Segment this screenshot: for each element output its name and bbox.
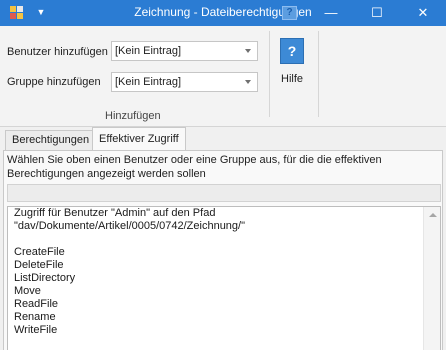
access-output-box[interactable]: Zugriff für Benutzer "Admin" auf den Pfa… bbox=[7, 206, 441, 350]
title-bar: ▼ Zeichnung - Dateiberechtigungen ? — ☐ … bbox=[0, 0, 446, 26]
tab-berechtigungen[interactable]: Berechtigungen bbox=[5, 130, 97, 150]
access-output-text: Zugriff für Benutzer "Admin" auf den Pfa… bbox=[14, 207, 246, 336]
selection-field[interactable] bbox=[7, 184, 441, 202]
help-question-icon[interactable]: ? bbox=[280, 38, 304, 64]
vertical-scrollbar[interactable] bbox=[423, 207, 440, 350]
group-combobox-value: [Kein Eintrag] bbox=[115, 76, 182, 88]
ribbon-separator bbox=[269, 31, 270, 117]
help-mini-button[interactable]: ? bbox=[282, 6, 297, 20]
scroll-up-arrow-icon[interactable] bbox=[429, 213, 437, 217]
user-label: Benutzer hinzufügen bbox=[7, 46, 108, 58]
group-label: Gruppe hinzufügen bbox=[7, 76, 101, 88]
user-combobox-value: [Kein Eintrag] bbox=[115, 45, 182, 57]
minimize-button[interactable]: — bbox=[308, 0, 354, 26]
ribbon-separator bbox=[318, 31, 319, 117]
instructions-text: Wählen Sie oben einen Benutzer oder eine… bbox=[7, 154, 382, 180]
dropdown-arrow-icon[interactable] bbox=[245, 80, 251, 84]
group-combobox[interactable]: [Kein Eintrag] bbox=[111, 72, 258, 92]
ribbon: Benutzer hinzufügen [Kein Eintrag] Grupp… bbox=[0, 26, 446, 127]
effective-access-panel: Wählen Sie oben einen Benutzer oder eine… bbox=[3, 150, 443, 350]
tab-strip: Berechtigungen Effektiver Zugriff bbox=[0, 127, 446, 151]
maximize-button[interactable]: ☐ bbox=[354, 0, 400, 26]
help-button-label[interactable]: Hilfe bbox=[281, 73, 303, 85]
tab-effektiver-zugriff[interactable]: Effektiver Zugriff bbox=[92, 127, 186, 151]
user-combobox[interactable]: [Kein Eintrag] bbox=[111, 41, 258, 61]
close-button[interactable]: ✕ bbox=[400, 0, 446, 26]
ribbon-group-caption: Hinzufügen bbox=[105, 110, 161, 122]
dropdown-arrow-icon[interactable] bbox=[245, 49, 251, 53]
